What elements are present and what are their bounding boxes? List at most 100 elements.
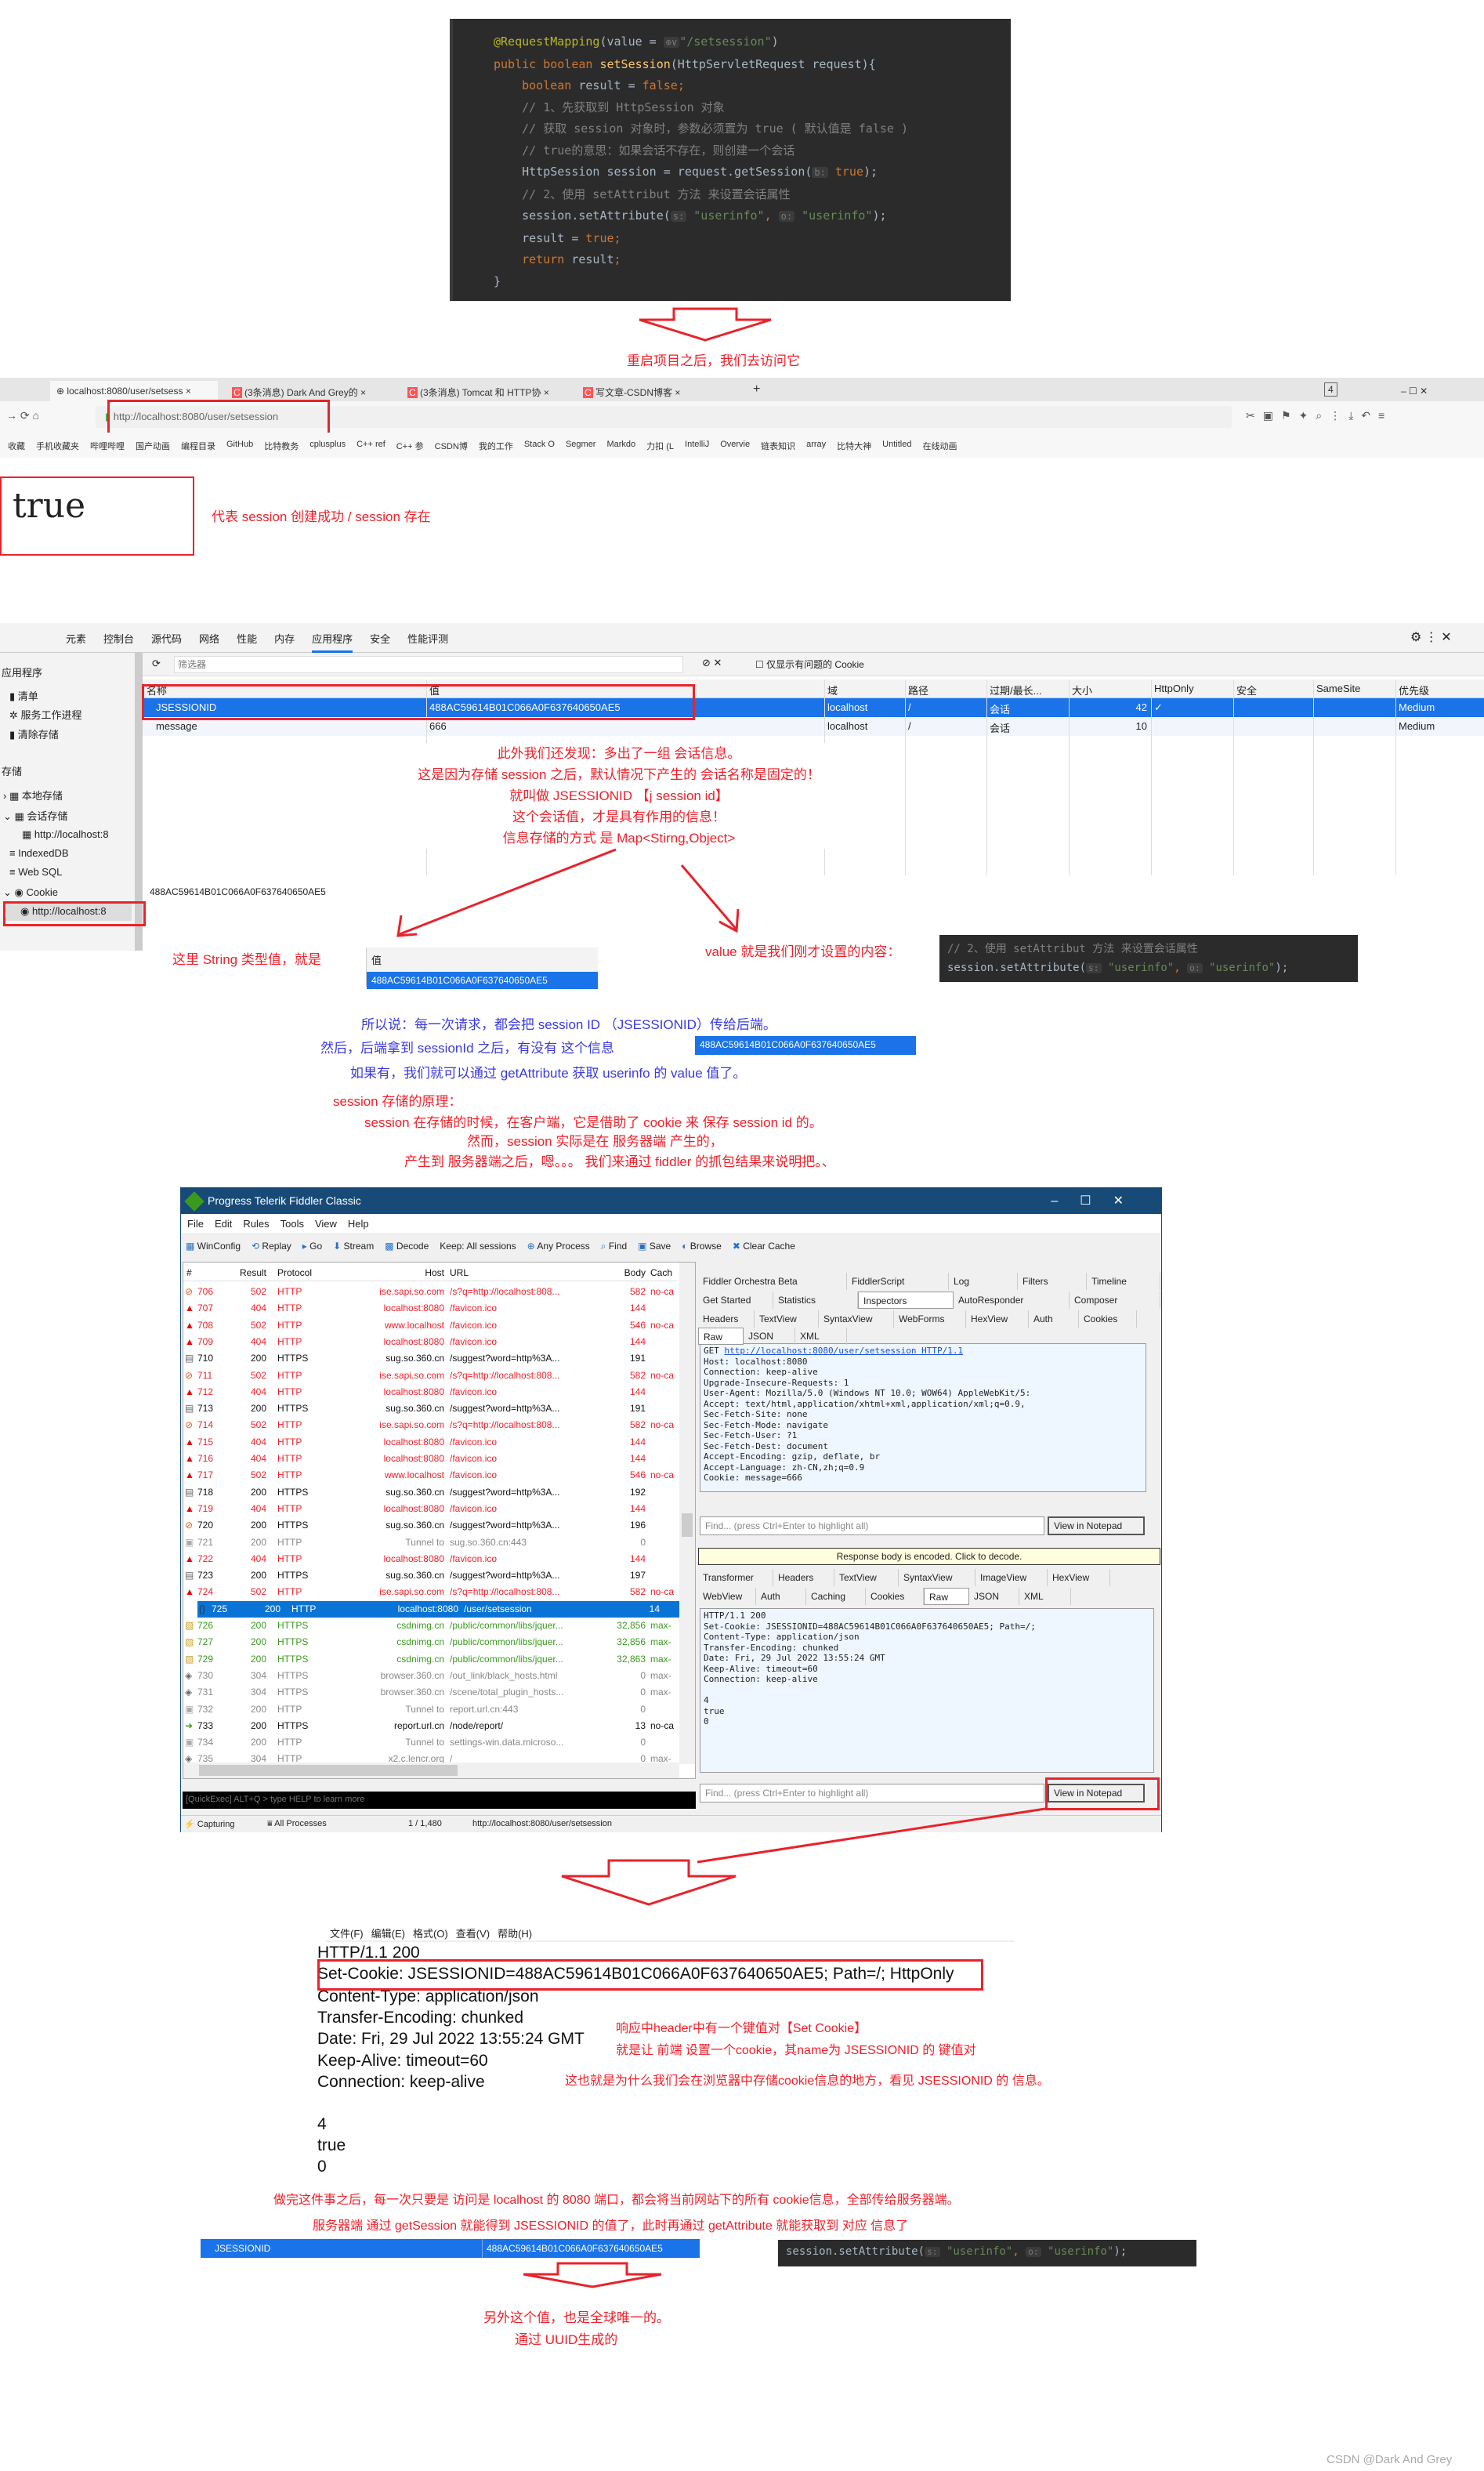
inspector-tab[interactable]: Raw <box>924 1588 969 1605</box>
session-row[interactable]: ▲ 722 404 HTTP localhost:8080/favicon.ico 144 <box>183 1551 677 1567</box>
notepad-menu-item[interactable]: 查看(V) <box>456 1926 490 1940</box>
column-header[interactable]: Body <box>595 1267 646 1278</box>
session-row[interactable]: ◈ 730 304 HTTPS browser.360.cn/out_link/blac… <box>183 1668 677 1684</box>
toolbar-button[interactable]: ✖ Clear Cache <box>733 1241 795 1253</box>
session-row[interactable]: {} 725 200 HTTP localhost:8080/user/setsessi… <box>197 1600 691 1618</box>
menu-item[interactable]: Help <box>348 1218 369 1230</box>
session-row[interactable]: ▲ 717 502 HTTP www.localhost/favicon.ico 546 n… <box>183 1467 677 1484</box>
toolbar-button[interactable]: ▦ WinConfig <box>186 1241 241 1253</box>
vertical-scrollbar[interactable] <box>679 1263 695 1764</box>
window-controls[interactable]: –☐✕ <box>1051 1193 1146 1208</box>
inspector-tab[interactable]: ImageView <box>975 1569 1048 1586</box>
session-row[interactable]: ▤ 718 200 HTTPS sug.so.360.cn/suggest?word=h… <box>183 1484 677 1501</box>
inspector-tab[interactable]: Log <box>949 1273 1018 1290</box>
menu-item[interactable]: View <box>315 1218 337 1230</box>
inspector-tab[interactable]: TextView <box>834 1569 899 1586</box>
toolbar-button[interactable]: ⊕ Any Process <box>527 1241 590 1253</box>
response-find-input[interactable]: Find... (press Ctrl+Enter to highlight a… <box>700 1784 1044 1803</box>
inspector-tab[interactable]: Auth <box>756 1588 806 1605</box>
inspector-tab[interactable]: Get Started <box>698 1292 773 1309</box>
menu-item[interactable]: Tools <box>281 1218 304 1230</box>
inspector-tab[interactable]: Cookies <box>866 1588 924 1605</box>
toolbar-button[interactable]: ▸ Go <box>302 1241 322 1253</box>
session-row[interactable]: ➜ 733 200 HTTPS report.url.cn/node/report/13… <box>183 1718 677 1734</box>
session-row[interactable]: ▤ 713 200 HTTPS sug.so.360.cn/suggest?word=h… <box>183 1400 677 1417</box>
column-header[interactable]: Result <box>227 1267 266 1278</box>
session-row[interactable]: ▤ 710 200 HTTPS sug.so.360.cn/suggest?word=h… <box>183 1350 677 1367</box>
menu-item[interactable]: Rules <box>243 1218 269 1230</box>
inspector-tab[interactable]: JSON <box>969 1588 1019 1605</box>
column-header[interactable]: Cach <box>650 1267 677 1278</box>
column-header[interactable]: Protocol <box>277 1267 331 1278</box>
inspector-tab[interactable]: TextView <box>755 1310 819 1328</box>
inspector-tab[interactable]: Auth <box>1029 1310 1079 1328</box>
session-row[interactable]: ▧ 727 200 HTTPS csdnimg.cn/public/common/lib… <box>183 1634 677 1650</box>
inspector-tab[interactable]: SyntaxView <box>899 1569 975 1586</box>
inspector-tab[interactable]: Statistics <box>773 1292 858 1309</box>
session-row[interactable]: ▲ 715 404 HTTP localhost:8080/favicon.ico 144 <box>183 1434 677 1451</box>
session-row[interactable]: ▲ 712 404 HTTP localhost:8080/favicon.ico 144 <box>183 1384 677 1400</box>
column-header[interactable]: # <box>186 1267 216 1278</box>
inspector-tab[interactable]: Headers <box>698 1310 755 1328</box>
request-url-link[interactable]: http://localhost:8080/user/setsession HT… <box>725 1346 964 1356</box>
session-row[interactable]: ▲ 707 404 HTTP localhost:8080/favicon.ico 144 <box>183 1300 677 1317</box>
toolbar-button[interactable]: ◐ Browse <box>682 1241 722 1253</box>
session-row[interactable]: ⊘ 714 502 HTTP ise.sapi.so.com/s?q=http://lo… <box>183 1417 677 1433</box>
inspector-tab[interactable]: Filters <box>1018 1273 1087 1290</box>
notepad-menu-item[interactable]: 编辑(E) <box>371 1926 405 1940</box>
toolbar-button[interactable]: ▩ Decode <box>385 1241 429 1253</box>
session-row[interactable]: ▲ 708 502 HTTP www.localhost/favicon.ico 546 n… <box>183 1317 677 1334</box>
menu-item[interactable]: Edit <box>215 1218 232 1230</box>
session-row[interactable]: ▧ 729 200 HTTPS csdnimg.cn/public/common/lib… <box>183 1651 677 1668</box>
inspector-tab[interactable]: WebView <box>698 1588 756 1605</box>
inspector-tab[interactable]: Inspectors <box>858 1292 954 1309</box>
code-snippet-setattribute-2: session.setAttribute(s: "userinfo", o: "… <box>778 2240 1196 2266</box>
session-row[interactable]: ▣ 721 200 HTTP Tunnel to sug.so.360.cn:443 0 <box>183 1534 677 1551</box>
toolbar-button[interactable]: ▣ Save <box>638 1241 671 1253</box>
inspector-tab[interactable]: SyntaxView <box>819 1310 894 1328</box>
notepad-menu-item[interactable]: 格式(O) <box>413 1926 448 1940</box>
column-header[interactable]: Host <box>332 1267 444 1278</box>
inspector-tab[interactable]: Raw <box>698 1328 744 1345</box>
inspector-tab[interactable]: Transformer <box>698 1569 773 1586</box>
session-row[interactable]: ▣ 732 200 HTTP Tunnel to report.url.cn:443 0 <box>183 1701 677 1718</box>
inspector-tab[interactable]: AutoResponder <box>954 1292 1070 1309</box>
inspector-tab[interactable]: Composer <box>1070 1292 1160 1309</box>
request-view-in-notepad-button[interactable]: View in Notepad <box>1048 1516 1145 1535</box>
session-row[interactable]: ▤ 723 200 HTTPS sug.so.360.cn/suggest?word=h… <box>183 1567 677 1584</box>
inspector-tab[interactable]: Caching <box>806 1588 866 1605</box>
inspector-tab[interactable]: Headers <box>773 1569 834 1586</box>
session-result: 404 <box>250 1436 266 1447</box>
request-find-input[interactable]: Find... (press Ctrl+Enter to highlight a… <box>700 1516 1044 1535</box>
inspector-tab[interactable]: JSON <box>744 1328 795 1345</box>
toolbar-button[interactable]: ⟲ Replay <box>252 1241 291 1253</box>
session-row[interactable]: ⊘ 720 200 HTTPS sug.so.360.cn/suggest?word=h… <box>183 1517 677 1534</box>
inspector-tab[interactable]: Fiddler Orchestra Beta <box>698 1273 847 1290</box>
menu-item[interactable]: File <box>187 1218 204 1230</box>
inspector-tab[interactable]: XML <box>1019 1588 1071 1605</box>
session-row[interactable]: ⊘ 706 502 HTTP ise.sapi.so.com/s?q=http://lo… <box>183 1284 677 1300</box>
inspector-tab[interactable]: Timeline <box>1087 1273 1160 1290</box>
notepad-menu-item[interactable]: 文件(F) <box>330 1926 364 1940</box>
session-row[interactable]: ◈ 731 304 HTTPS browser.360.cn/scene/total_p… <box>183 1684 677 1701</box>
toolbar-button[interactable]: ⬇ Stream <box>333 1241 374 1253</box>
toolbar-button[interactable]: ⌕ Find <box>601 1241 627 1253</box>
session-row[interactable]: ⊘ 711 502 HTTP ise.sapi.so.com/s?q=http://lo… <box>183 1368 677 1384</box>
session-row[interactable]: ▧ 726 200 HTTPS csdnimg.cn/public/common/lib… <box>183 1618 677 1634</box>
horizontal-scrollbar[interactable] <box>183 1763 679 1778</box>
session-row[interactable]: ▲ 716 404 HTTP localhost:8080/favicon.ico 144 <box>183 1451 677 1467</box>
inspector-tab[interactable]: HexView <box>1048 1569 1110 1586</box>
toolbar-button[interactable]: Keep: All sessions <box>440 1241 516 1253</box>
decode-banner[interactable]: Response body is encoded. Click to decod… <box>698 1548 1160 1565</box>
session-row[interactable]: ▲ 719 404 HTTP localhost:8080/favicon.ico 144 <box>183 1501 677 1517</box>
inspector-tab[interactable]: XML <box>795 1328 847 1345</box>
notepad-menu-item[interactable]: 帮助(H) <box>498 1926 532 1940</box>
inspector-tab[interactable]: Cookies <box>1079 1310 1137 1328</box>
session-row[interactable]: ▣ 734 200 HTTP Tunnel to settings-win.data.mi… <box>183 1734 677 1751</box>
inspector-tab[interactable]: FiddlerScript <box>847 1273 949 1290</box>
inspector-tab[interactable]: WebForms <box>894 1310 966 1328</box>
session-row[interactable]: ▲ 709 404 HTTP localhost:8080/favicon.ico 144 <box>183 1334 677 1350</box>
column-header[interactable]: URL <box>450 1267 595 1278</box>
inspector-tab[interactable]: HexView <box>966 1310 1029 1328</box>
session-row[interactable]: ▲ 724 502 HTTP ise.sapi.so.com/s?q=http://lo… <box>183 1584 677 1600</box>
